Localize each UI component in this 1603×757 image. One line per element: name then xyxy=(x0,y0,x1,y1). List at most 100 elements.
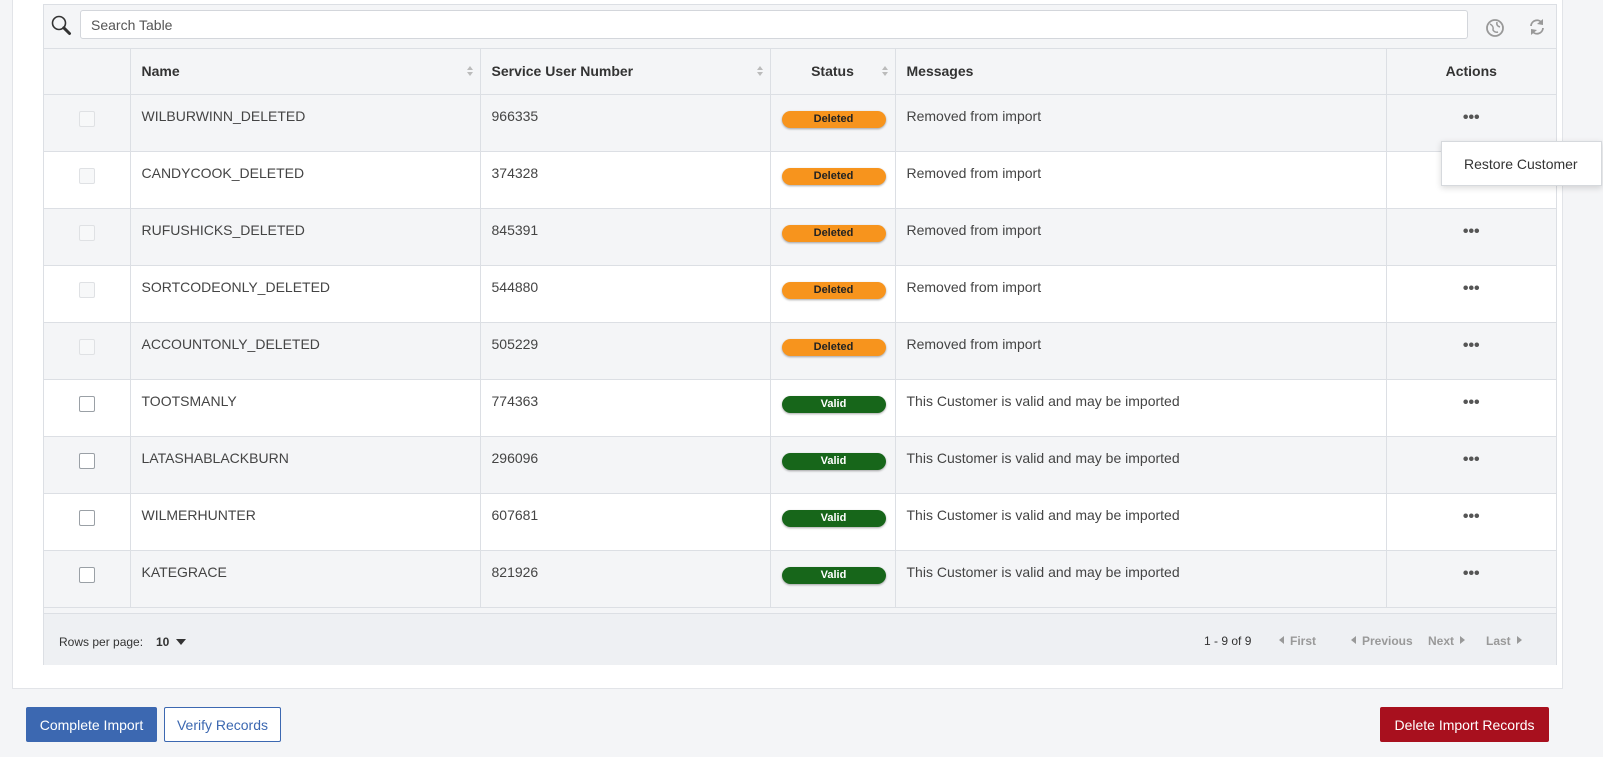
table-header-row: Name Service User Number Status Messages xyxy=(44,49,1556,95)
service-user-number-cell: 845391 xyxy=(480,208,771,266)
ellipsis-icon[interactable]: ••• xyxy=(1463,109,1480,126)
message-cell: Removed from import xyxy=(895,94,1387,152)
import-records-table: Name Service User Number Status Messages xyxy=(44,49,1556,608)
row-checkbox xyxy=(78,338,95,355)
caret-left-icon xyxy=(1279,636,1284,644)
complete-import-button[interactable]: Complete Import xyxy=(26,707,157,742)
ellipsis-icon[interactable]: ••• xyxy=(1463,280,1480,297)
service-user-number-cell: 821926 xyxy=(480,550,771,608)
status-badge: Deleted xyxy=(781,338,886,356)
column-header-actions: Actions xyxy=(1386,49,1556,95)
ellipsis-icon[interactable]: ••• xyxy=(1463,394,1480,411)
caret-right-icon xyxy=(1460,636,1466,644)
caret-right-icon xyxy=(1516,636,1522,644)
select-cell xyxy=(44,550,131,608)
column-header-service-user-number[interactable]: Service User Number xyxy=(480,49,771,95)
row-checkbox[interactable] xyxy=(78,395,95,412)
previous-page-button[interactable]: Previous xyxy=(1351,634,1413,648)
chevron-down-icon[interactable] xyxy=(176,639,186,645)
ellipsis-icon[interactable]: ••• xyxy=(1463,508,1480,525)
name-cell: KATEGRACE xyxy=(130,550,481,608)
status-badge: Deleted xyxy=(781,167,886,185)
search-input[interactable] xyxy=(80,10,1468,39)
actions-cell: ••• xyxy=(1386,265,1556,323)
ellipsis-icon[interactable]: ••• xyxy=(1463,337,1480,354)
status-cell: Deleted xyxy=(770,322,896,380)
message-cell: This Customer is valid and may be import… xyxy=(895,379,1387,437)
column-header-label: Status xyxy=(811,63,854,80)
clear-filter-icon[interactable] xyxy=(1485,18,1505,38)
rows-per-page-select[interactable]: 10 xyxy=(156,635,169,649)
import-card: Name Service User Number Status Messages xyxy=(12,0,1563,689)
name-cell: ACCOUNTONLY_DELETED xyxy=(130,322,481,380)
row-checkbox[interactable] xyxy=(78,509,95,526)
previous-page-label: Previous xyxy=(1362,634,1413,648)
name-cell: TOOTSMANLY xyxy=(130,379,481,437)
sort-icon[interactable] xyxy=(881,64,889,78)
select-cell xyxy=(44,322,131,380)
import-table-container: Name Service User Number Status Messages xyxy=(43,4,1557,665)
verify-records-button[interactable]: Verify Records xyxy=(164,707,281,742)
page-info: 1 - 9 of 9 xyxy=(1204,634,1252,648)
row-checkbox xyxy=(78,110,95,127)
name-cell: RUFUSHICKS_DELETED xyxy=(130,208,481,266)
status-badge: Deleted xyxy=(781,110,886,128)
actions-cell: ••• xyxy=(1386,379,1556,437)
message-cell: This Customer is valid and may be import… xyxy=(895,493,1387,551)
table-row: RUFUSHICKS_DELETED 845391 Deleted Removed f… xyxy=(44,208,1556,266)
ellipsis-icon[interactable]: ••• xyxy=(1463,223,1480,240)
last-page-button[interactable]: Last xyxy=(1486,634,1522,648)
first-page-button[interactable]: First xyxy=(1279,634,1316,648)
row-checkbox xyxy=(78,281,95,298)
select-cell xyxy=(44,208,131,266)
rows-per-page-label: Rows per page: xyxy=(59,635,144,649)
restore-customer-menu-item[interactable]: Restore Customer xyxy=(1441,141,1602,186)
table-row: WILBURWINN_DELETED 966335 Deleted Removed f… xyxy=(44,94,1556,152)
select-column-header xyxy=(44,49,131,95)
column-header-label: Service User Number xyxy=(491,63,634,80)
search-icon xyxy=(51,15,71,35)
sort-icon[interactable] xyxy=(466,64,474,78)
search-bar xyxy=(44,5,1556,49)
status-cell: Deleted xyxy=(770,151,896,209)
select-cell xyxy=(44,265,131,323)
actions-cell: ••• xyxy=(1386,493,1556,551)
select-cell xyxy=(44,436,131,494)
column-header-messages: Messages xyxy=(895,49,1387,95)
status-cell: Deleted xyxy=(770,208,896,266)
name-cell: LATASHABLACKBURN xyxy=(130,436,481,494)
column-header-status[interactable]: Status xyxy=(770,49,896,95)
service-user-number-cell: 296096 xyxy=(480,436,771,494)
row-checkbox xyxy=(78,167,95,184)
service-user-number-cell: 505229 xyxy=(480,322,771,380)
row-checkbox[interactable] xyxy=(78,452,95,469)
table-row: KATEGRACE 821926 Valid This Customer is val… xyxy=(44,550,1556,608)
refresh-icon[interactable] xyxy=(1528,18,1546,36)
message-cell: Removed from import xyxy=(895,151,1387,209)
status-cell: Valid xyxy=(770,550,896,608)
service-user-number-cell: 544880 xyxy=(480,265,771,323)
table-row: SORTCODEONLY_DELETED 544880 Deleted Removed… xyxy=(44,265,1556,323)
table-body: WILBURWINN_DELETED 966335 Deleted Removed f… xyxy=(44,94,1556,608)
status-cell: Valid xyxy=(770,379,896,437)
delete-import-records-button[interactable]: Delete Import Records xyxy=(1380,707,1549,742)
status-cell: Valid xyxy=(770,493,896,551)
table-row: TOOTSMANLY 774363 Valid This Customer is va… xyxy=(44,379,1556,437)
ellipsis-icon[interactable]: ••• xyxy=(1463,451,1480,468)
select-cell xyxy=(44,493,131,551)
row-checkbox[interactable] xyxy=(78,566,95,583)
column-header-name[interactable]: Name xyxy=(130,49,481,95)
status-badge: Valid xyxy=(781,395,886,413)
ellipsis-icon[interactable]: ••• xyxy=(1463,565,1480,582)
status-cell: Valid xyxy=(770,436,896,494)
column-header-label: Actions xyxy=(1445,63,1497,80)
next-page-button[interactable]: Next xyxy=(1428,634,1466,648)
status-cell: Deleted xyxy=(770,265,896,323)
message-cell: This Customer is valid and may be import… xyxy=(895,550,1387,608)
status-badge: Valid xyxy=(781,452,886,470)
select-cell xyxy=(44,94,131,152)
message-cell: This Customer is valid and may be import… xyxy=(895,436,1387,494)
sort-icon[interactable] xyxy=(756,64,764,78)
column-header-label: Name xyxy=(141,63,180,80)
service-user-number-cell: 966335 xyxy=(480,94,771,152)
